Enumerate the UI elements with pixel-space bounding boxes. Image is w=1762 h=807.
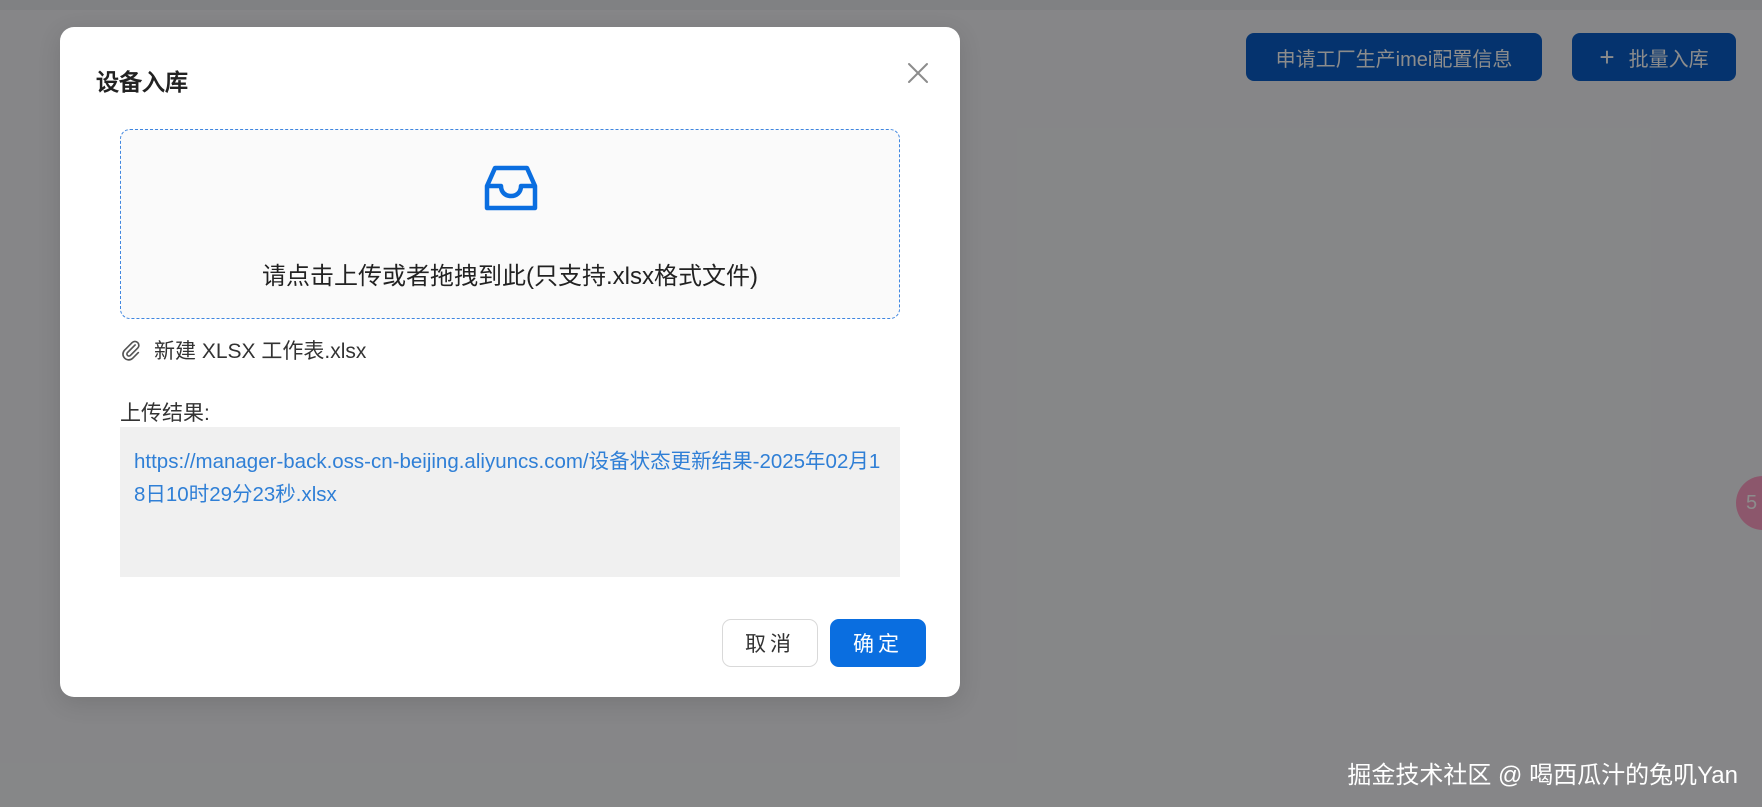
upload-result-link[interactable]: https://manager-back.oss-cn-beijing.aliy… xyxy=(134,450,880,506)
close-icon xyxy=(908,63,928,83)
device-import-modal: 设备入库 请点击上传或者拖拽到此(只支持.xlsx格式文件) 新建 XLSX 工… xyxy=(60,27,960,697)
cancel-button-label: 取消 xyxy=(745,633,795,656)
confirm-button[interactable]: 确定 xyxy=(830,619,926,667)
modal-title: 设备入库 xyxy=(96,69,188,95)
inbox-icon xyxy=(484,165,538,211)
uploaded-file-item[interactable]: 新建 XLSX 工作表.xlsx xyxy=(120,335,366,365)
paperclip-icon xyxy=(122,340,140,361)
watermark: 掘金技术社区 @ 喝西瓜汁的兔叽Yan xyxy=(1347,762,1738,789)
close-button[interactable] xyxy=(900,55,936,91)
upload-result-box: https://manager-back.oss-cn-beijing.aliy… xyxy=(120,427,900,577)
confirm-button-label: 确定 xyxy=(853,633,903,656)
upload-dropzone[interactable]: 请点击上传或者拖拽到此(只支持.xlsx格式文件) xyxy=(120,129,900,319)
uploaded-file-name: 新建 XLSX 工作表.xlsx xyxy=(154,340,367,363)
dropzone-hint: 请点击上传或者拖拽到此(只支持.xlsx格式文件) xyxy=(262,263,758,290)
upload-result-label: 上传结果: xyxy=(120,402,210,425)
cancel-button[interactable]: 取消 xyxy=(722,619,818,667)
